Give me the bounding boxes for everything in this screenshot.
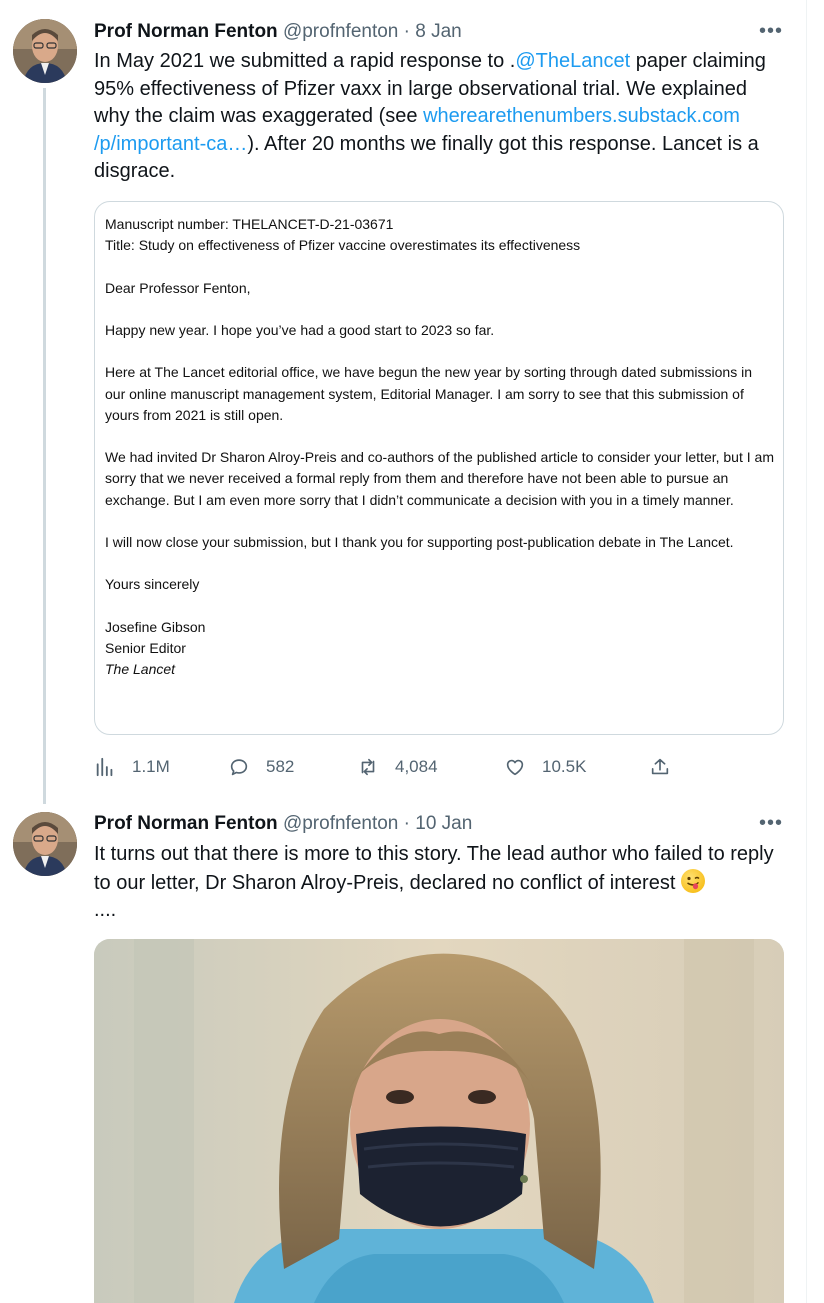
author-handle[interactable]: @profnfenton [283,21,398,42]
letter-image[interactable]: Manuscript number: THELANCET-D-21-03671 … [94,201,784,735]
share-icon [651,758,669,775]
tweet-photo[interactable] [94,939,784,1303]
closing: Yours sincerely [105,576,200,593]
tweet-date[interactable]: 8 Jan [415,21,461,42]
tweet-date[interactable]: 10 Jan [415,813,472,834]
author-name[interactable]: Prof Norman Fenton [94,813,278,834]
link-line: wherearethenumbers.substack.com [423,105,740,127]
signer-role: Senior Editor [105,639,186,656]
reply-button[interactable]: 582 [228,752,294,782]
portrait-image [94,939,784,1303]
views-icon [96,757,113,777]
like-button[interactable]: 10.5K [504,752,586,782]
paragraph: We had invited Dr Sharon Alroy-Preis and… [105,449,774,508]
tweet[interactable]: Prof Norman Fenton @profnfenton · 8 Jan … [0,0,806,804]
action-bar: 1.1M 582 4,084 10.5K [94,752,784,782]
author-handle[interactable]: @profnfenton [283,813,398,834]
separator: · [403,813,410,834]
journal-name: The Lancet [105,661,176,678]
more-options-icon[interactable]: ••• [759,812,783,835]
timeline-border [806,0,807,1303]
reply-count: 582 [266,757,295,776]
winking-face-with-tongue-icon [680,868,705,893]
like-count: 10.5K [542,757,587,776]
tweet-header: Prof Norman Fenton @profnfenton · 10 Jan [94,812,472,836]
more-options-icon[interactable]: ••• [759,20,783,43]
views-button[interactable]: 1.1M [94,752,170,782]
views-count: 1.1M [132,757,170,776]
tweet-text: In May 2021 we submitted a rapid respons… [94,48,784,186]
separator: · [403,21,410,42]
tweet-header: Prof Norman Fenton @profnfenton · 8 Jan [94,20,462,44]
avatar[interactable] [13,19,77,83]
retweet-icon [361,758,375,776]
text-part: In May 2021 we submitted a rapid respons… [94,50,516,72]
tweet[interactable]: Prof Norman Fenton @profnfenton · 10 Jan… [0,800,806,1303]
paragraph: Here at The Lancet editorial office, we … [105,364,752,423]
manuscript-title: Title: Study on effectiveness of Pfizer … [105,237,581,254]
signer-name: Josefine Gibson [105,618,206,635]
thread-connector [43,88,46,804]
link-line: /p/important-ca… [94,132,248,155]
mention-link[interactable]: @TheLancet [515,50,630,72]
tweet-text: It turns out that there is more to this … [94,841,784,925]
text-tail: .... [94,899,117,921]
salutation: Dear Professor Fenton, [105,279,251,296]
author-name[interactable]: Prof Norman Fenton [94,21,278,42]
share-button[interactable] [649,752,687,782]
manuscript-number: Manuscript number: THELANCET-D-21-03671 [105,216,394,232]
avatar[interactable] [13,812,77,876]
heart-icon [506,759,524,776]
retweet-count: 4,084 [395,757,438,776]
paragraph: Happy new year. I hope you’ve had a good… [105,321,495,338]
reply-icon [230,759,248,776]
retweet-button[interactable]: 4,084 [357,752,438,782]
paragraph: I will now close your submission, but I … [105,533,734,550]
text-part: It turns out that there is more to this … [94,843,774,894]
